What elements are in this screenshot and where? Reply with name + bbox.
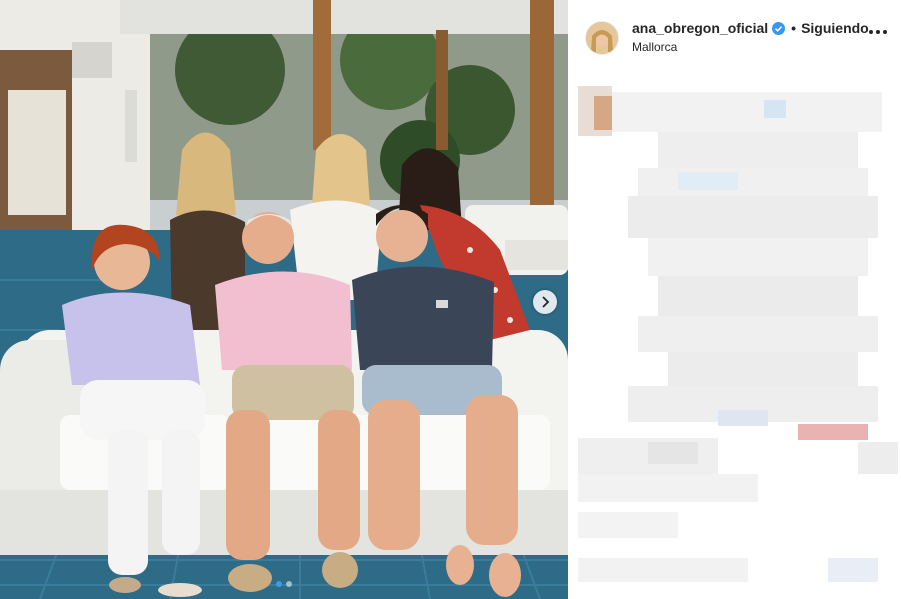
location-link[interactable]: Mallorca: [632, 40, 677, 54]
avatar[interactable]: [585, 21, 619, 55]
post-photo[interactable]: [0, 0, 568, 599]
chevron-right-icon: [542, 296, 550, 308]
carousel-indicator: [0, 581, 568, 587]
carousel-next-button[interactable]: [533, 290, 557, 314]
carousel-dot-active: [276, 581, 282, 587]
separator-dot: •: [791, 20, 797, 36]
following-button[interactable]: Siguiendo: [801, 20, 869, 36]
family-photo-image: [0, 0, 568, 599]
avatar-image: [586, 22, 618, 54]
verified-badge-icon: [772, 21, 786, 35]
user-row: ana_obregon_oficial • Siguiendo: [632, 20, 869, 36]
post-header: ana_obregon_oficial • Siguiendo Mallorca: [568, 0, 901, 72]
carousel-dot: [286, 581, 292, 587]
more-options-icon[interactable]: [869, 30, 887, 34]
pixelated-caption-area: [568, 72, 901, 599]
post-side-panel: ana_obregon_oficial • Siguiendo Mallorca: [568, 0, 901, 599]
username-link[interactable]: ana_obregon_oficial: [632, 20, 768, 36]
